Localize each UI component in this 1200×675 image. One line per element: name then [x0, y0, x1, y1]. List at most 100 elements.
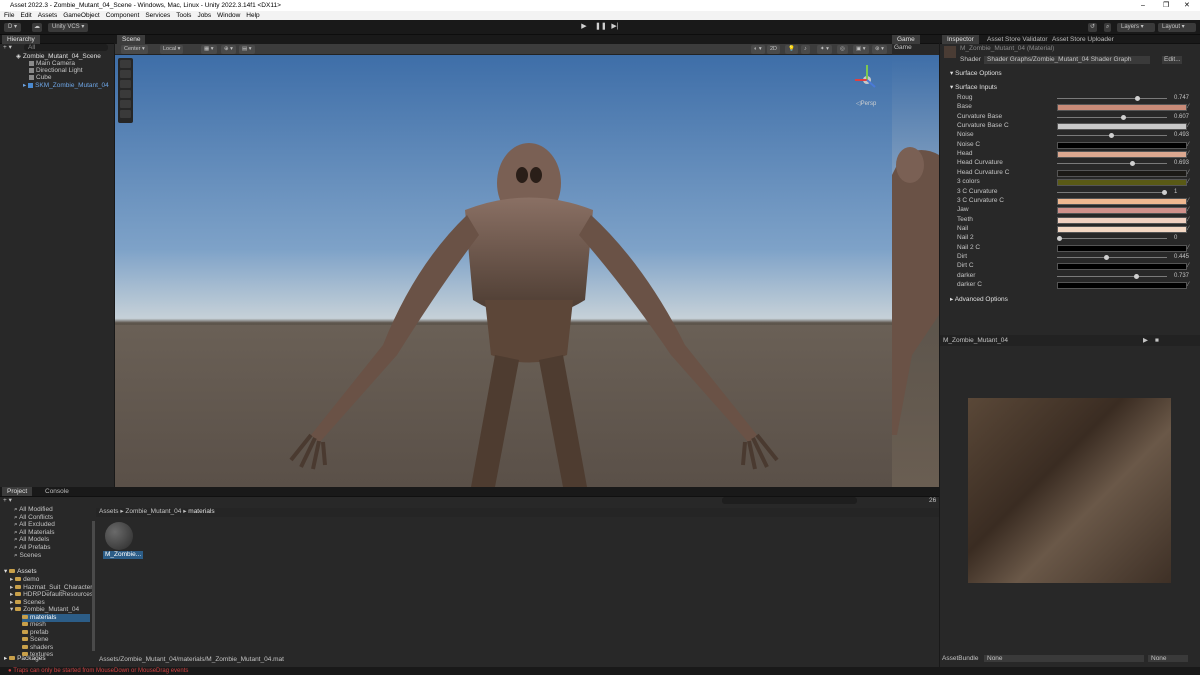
eyedropper-icon[interactable]: ⁄ [1188, 225, 1189, 234]
color-swatch[interactable] [1057, 104, 1187, 111]
project-add-button[interactable]: + ▾ [3, 497, 12, 505]
close-icon[interactable]: ✕ [1184, 0, 1190, 11]
pivot-dropdown[interactable]: Center ▾ [121, 45, 148, 54]
eyedropper-icon[interactable]: ⁄ [1188, 206, 1189, 215]
tab-game[interactable]: Game [892, 35, 920, 44]
menu-file[interactable]: File [4, 12, 14, 19]
color-swatch[interactable] [1057, 226, 1187, 233]
play-icon[interactable]: ▶ [579, 22, 589, 32]
minimize-icon[interactable]: – [1141, 0, 1145, 11]
account-button[interactable]: D ▾ [4, 23, 22, 32]
menu-tools[interactable]: Tools [176, 12, 191, 19]
project-scrollbar[interactable] [92, 521, 95, 651]
camera-icon[interactable]: ▣ ▾ [853, 45, 869, 54]
menu-window[interactable]: Window [217, 12, 240, 19]
preview-play-icon[interactable]: ▶ [1143, 337, 1148, 345]
draw-mode-icon[interactable]: ◐ ▾ [751, 45, 765, 54]
property-value[interactable]: 0.493 [1174, 131, 1189, 140]
color-swatch[interactable] [1057, 170, 1187, 177]
preview-stop-icon[interactable]: ■ [1155, 337, 1159, 345]
rotate-tool-icon[interactable] [120, 80, 131, 88]
eyedropper-icon[interactable]: ⁄ [1188, 178, 1189, 187]
advanced-options-foldout[interactable]: ▸ Advanced Options [950, 296, 1008, 304]
layout-dropdown[interactable]: Layout ▾ [1158, 23, 1196, 32]
status-message[interactable]: Traps can only be started from MouseDown… [13, 668, 188, 674]
assetbundle-dropdown[interactable]: None [984, 655, 1144, 662]
eyedropper-icon[interactable]: ⁄ [1188, 197, 1189, 206]
shader-dropdown[interactable]: Shader Graphs/Zombie_Mutant_04 Shader Gr… [984, 56, 1150, 64]
menu-help[interactable]: Help [246, 12, 259, 19]
hidden-objects-icon[interactable]: ◎ [837, 45, 848, 54]
eyedropper-icon[interactable]: ⁄ [1188, 262, 1189, 271]
project-search-input[interactable] [722, 497, 857, 504]
menu-services[interactable]: Services [145, 12, 170, 19]
menu-gameobject[interactable]: GameObject [63, 12, 100, 19]
hierarchy-add-button[interactable]: + ▾ [3, 44, 12, 52]
rect-tool-icon[interactable] [120, 100, 131, 108]
eyedropper-icon[interactable]: ⁄ [1188, 122, 1189, 131]
breadcrumb-item[interactable]: materials [188, 508, 214, 515]
property-value[interactable]: 0.607 [1174, 113, 1189, 122]
slider-knob[interactable] [1120, 115, 1126, 120]
property-slider[interactable] [1057, 190, 1167, 195]
persp-label[interactable]: ◁Persp [856, 101, 877, 107]
hierarchy-search-input[interactable]: All [24, 44, 108, 51]
menu-jobs[interactable]: Jobs [197, 12, 211, 19]
property-value[interactable]: 0.693 [1174, 159, 1189, 168]
tab-scene[interactable]: Scene [117, 35, 146, 44]
color-swatch[interactable] [1057, 151, 1187, 158]
property-slider[interactable] [1057, 274, 1167, 279]
hierarchy-item-skm-zombie[interactable]: ▸ SKM_Zombie_Mutant_04 [23, 82, 109, 90]
grid-snap-icon[interactable]: ▦ ▾ [201, 45, 217, 54]
tab-hierarchy[interactable]: Hierarchy [2, 35, 40, 44]
eyedropper-icon[interactable]: ⁄ [1188, 281, 1189, 290]
snap-increment-icon[interactable]: ⊕ ▾ [221, 45, 236, 54]
property-slider[interactable] [1057, 115, 1167, 120]
tab-asset-store-uploader[interactable]: Asset Store Uploader [1047, 35, 1119, 44]
breadcrumb-item[interactable]: Assets [99, 508, 119, 515]
scene-gizmo[interactable] [855, 65, 876, 88]
search-icon[interactable]: ⌕ [1104, 23, 1112, 32]
slider-knob[interactable] [1108, 133, 1114, 138]
eyedropper-icon[interactable]: ⁄ [1188, 141, 1189, 150]
packages-root[interactable]: ▸ Packages [4, 655, 46, 663]
property-value[interactable]: 1 [1174, 188, 1177, 197]
move-tool-icon[interactable] [120, 70, 131, 78]
property-value[interactable]: 0.445 [1174, 253, 1189, 262]
mode-2d-button[interactable]: 2D [767, 45, 781, 54]
vcs-button[interactable]: Unity VCS ▾ [48, 23, 89, 32]
tab-console[interactable]: Console [40, 487, 74, 496]
step-icon[interactable]: ▶| [610, 22, 620, 32]
color-swatch[interactable] [1057, 179, 1187, 186]
material-asset-label[interactable]: M_Zombie... [103, 551, 144, 559]
color-swatch[interactable] [1057, 142, 1187, 149]
color-swatch[interactable] [1057, 123, 1187, 130]
hierarchy-item-cube[interactable]: Cube [29, 74, 52, 82]
lighting-icon[interactable]: 💡 [785, 45, 798, 54]
property-slider[interactable] [1057, 255, 1167, 260]
grid-toggle-icon[interactable]: ▤ ▾ [239, 45, 255, 54]
scene-viewport[interactable]: ◁Persp [115, 55, 892, 487]
slider-knob[interactable] [1103, 255, 1109, 260]
color-swatch[interactable] [1057, 217, 1187, 224]
color-swatch[interactable] [1057, 198, 1187, 205]
color-swatch[interactable] [1057, 263, 1187, 270]
view-tool-icon[interactable] [120, 60, 131, 68]
gizmos-icon[interactable]: ⊛ ▾ [872, 45, 887, 54]
color-swatch[interactable] [1057, 245, 1187, 252]
audio-icon[interactable]: ♪ [801, 45, 810, 54]
assetbundle-variant-dropdown[interactable]: None [1148, 655, 1188, 662]
game-display-dropdown[interactable]: Game [894, 44, 912, 52]
space-dropdown[interactable]: Local ▾ [160, 45, 184, 54]
menu-assets[interactable]: Assets [38, 12, 58, 19]
scale-tool-icon[interactable] [120, 90, 131, 98]
effects-icon[interactable]: ✦ ▾ [817, 45, 832, 54]
breadcrumb-item[interactable]: Zombie_Mutant_04 [125, 508, 181, 515]
property-slider[interactable] [1057, 133, 1167, 138]
slider-knob[interactable] [1057, 236, 1062, 241]
favorite-item[interactable]: ⌕ Scenes [14, 552, 41, 560]
game-view[interactable] [892, 55, 939, 487]
color-swatch[interactable] [1057, 282, 1187, 289]
eyedropper-icon[interactable]: ⁄ [1188, 150, 1189, 159]
cloud-icon[interactable]: ☁ [32, 23, 42, 32]
